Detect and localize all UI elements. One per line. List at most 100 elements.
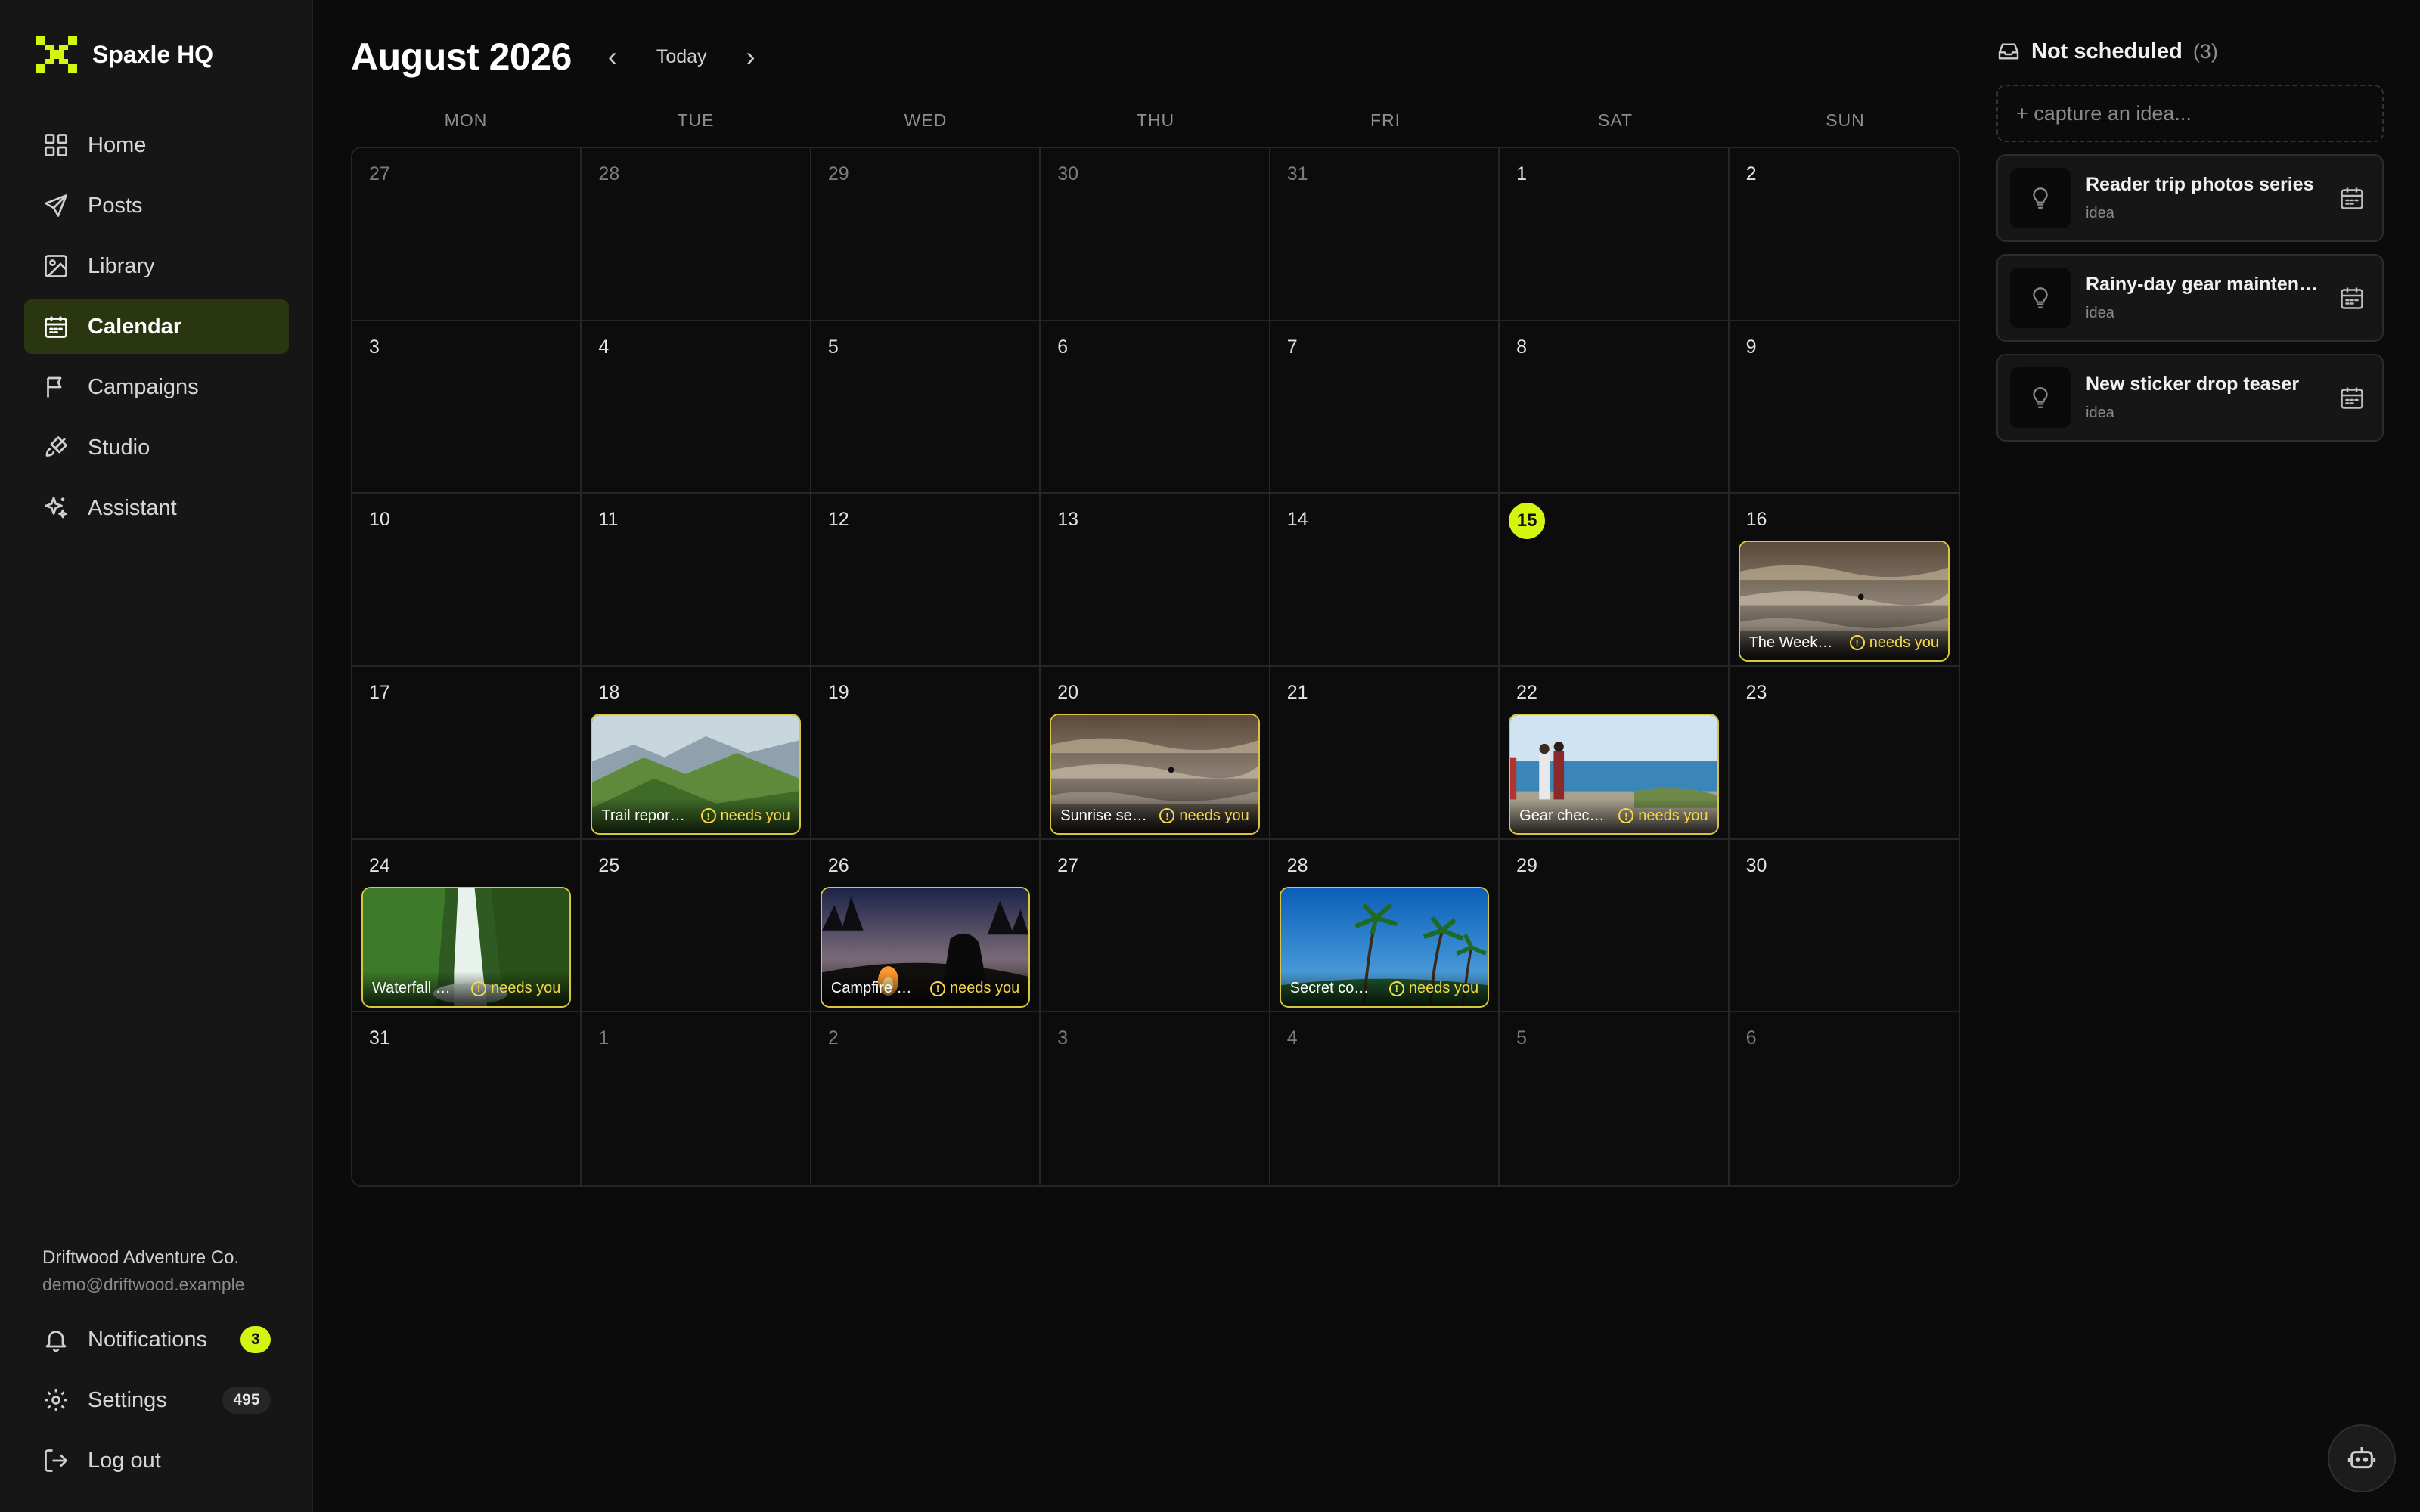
day-cell[interactable]: 4 (1270, 1012, 1500, 1185)
account-info: Driftwood Adventure Co. demo@driftwood.e… (42, 1247, 245, 1295)
alert-circle-icon: ! (929, 981, 945, 996)
day-cell[interactable]: 31 (352, 1012, 582, 1185)
needs-attention-flag: ! needs you (1388, 980, 1478, 997)
day-cell[interactable]: 1 (582, 1012, 811, 1185)
day-cell[interactable]: 3 (1041, 1012, 1270, 1185)
idea-thumbnail (2010, 367, 2071, 428)
day-cell[interactable]: 29 (811, 148, 1041, 321)
nav-item-studio[interactable]: Studio (24, 420, 289, 475)
scheduled-post-card[interactable]: The Week…! needs you (1738, 541, 1950, 662)
schedule-calendar-icon[interactable] (2338, 184, 2366, 212)
scheduled-post-card[interactable]: Secret co…! needs you (1279, 886, 1490, 1008)
schedule-calendar-icon[interactable] (2338, 284, 2366, 311)
day-cell[interactable]: 28 (582, 148, 811, 321)
brush-icon (45, 436, 67, 457)
day-cell[interactable]: 8 (1500, 321, 1730, 494)
month-grid: 27 28 29 30 31 1 2 3 4 5 6 7 8 9 10 11 12 13 14 15 16 The Wee… (351, 147, 1960, 1187)
date-number: 27 (1057, 854, 1079, 876)
date-number: 6 (1057, 336, 1069, 358)
date-number: 9 (1745, 336, 1757, 358)
day-cell[interactable]: 10 (352, 494, 582, 667)
scheduled-post-card[interactable]: Sunrise se…! needs you (1050, 714, 1260, 835)
date-number: 1 (598, 1027, 610, 1049)
date-number: 8 (1516, 336, 1528, 358)
logout-icon (45, 1449, 67, 1472)
day-cell[interactable]: 31 (1270, 148, 1500, 321)
assistant-bot-button[interactable] (2328, 1424, 2396, 1492)
day-cell[interactable]: 30 (1729, 839, 1959, 1013)
day-cell[interactable]: 6 (1729, 1012, 1959, 1185)
next-month-button[interactable]: › (746, 41, 755, 73)
day-cell[interactable]: 15 (1500, 494, 1730, 667)
day-cell[interactable]: 7 (1270, 321, 1500, 494)
nav-item-home[interactable]: Home (24, 118, 289, 172)
day-cell[interactable]: 20 Sunrise se…! needs you (1041, 667, 1270, 840)
nav-item-calendar[interactable]: Calendar (24, 299, 289, 354)
day-cell[interactable]: 24 Waterfall …! needs you (352, 839, 582, 1013)
day-cell[interactable]: 30 (1041, 148, 1270, 321)
sidebar: Spaxle HQ Home Posts Library Calendar Ca… (0, 0, 313, 1512)
idea-card[interactable]: New sticker drop teaser idea (1996, 354, 2384, 442)
nav-item-assistant[interactable]: Assistant (24, 481, 289, 535)
flag-label: needs you (1638, 807, 1708, 824)
day-cell[interactable]: 3 (352, 321, 582, 494)
scheduled-post-card[interactable]: Gear chec…! needs you (1509, 714, 1719, 835)
day-cell[interactable]: 1 (1500, 148, 1730, 321)
nav-item-library[interactable]: Library (24, 239, 289, 293)
idea-card[interactable]: Rainy-day gear mainten… idea (1996, 254, 2384, 342)
scheduled-post-card[interactable]: Trail repor…! needs you (591, 714, 801, 835)
unscheduled-panel: Not scheduled (3) + capture an idea... R… (1996, 35, 2384, 442)
day-cell[interactable]: 18 Trail repor…! needs you (582, 667, 811, 840)
nav-item-campaigns[interactable]: Campaigns (24, 360, 289, 414)
nav-item-settings[interactable]: Settings 495 (24, 1373, 289, 1427)
scheduled-post-card[interactable]: Campfire …! needs you (820, 886, 1031, 1008)
flag-label: needs you (949, 980, 1020, 997)
post-card-caption: Waterfall …! needs you (363, 971, 570, 1006)
day-cell[interactable]: 19 (811, 667, 1041, 840)
nav-item-notifications[interactable]: Notifications 3 (24, 1312, 289, 1367)
post-title: Gear chec… (1519, 807, 1605, 824)
day-cell[interactable]: 26 Campfire …! needs you (811, 839, 1041, 1013)
day-cell[interactable]: 27 (1041, 839, 1270, 1013)
date-number: 12 (827, 509, 849, 531)
day-cell[interactable]: 28 Secret co…! needs you (1270, 839, 1500, 1013)
today-button[interactable]: Today (656, 46, 707, 68)
capture-idea-input[interactable]: + capture an idea... (1996, 85, 2384, 142)
date-number: 26 (827, 854, 849, 876)
bot-icon (2347, 1447, 2376, 1469)
day-cell[interactable]: 4 (582, 321, 811, 494)
brand[interactable]: Spaxle HQ (36, 36, 213, 73)
day-cell[interactable]: 23 (1729, 667, 1959, 840)
nav-item-logout[interactable]: Log out (24, 1433, 289, 1488)
schedule-calendar-icon[interactable] (2338, 384, 2366, 411)
nav-label: Campaigns (88, 374, 199, 399)
scheduled-post-card[interactable]: Waterfall …! needs you (361, 886, 572, 1008)
day-cell[interactable]: 5 (1500, 1012, 1730, 1185)
month-title: August 2026 (351, 36, 572, 78)
day-cell[interactable]: 11 (582, 494, 811, 667)
day-cell[interactable]: 14 (1270, 494, 1500, 667)
date-number: 3 (369, 336, 380, 358)
day-cell[interactable]: 27 (352, 148, 582, 321)
date-number: 31 (1286, 163, 1308, 184)
day-cell[interactable]: 2 (811, 1012, 1041, 1185)
day-cell[interactable]: 16 The Week…! needs you (1729, 494, 1959, 667)
day-cell[interactable]: 21 (1270, 667, 1500, 840)
day-cell[interactable]: 5 (811, 321, 1041, 494)
needs-attention-flag: ! needs you (700, 807, 790, 825)
day-cell[interactable]: 29 (1500, 839, 1730, 1013)
nav-item-posts[interactable]: Posts (24, 178, 289, 233)
day-cell[interactable]: 25 (582, 839, 811, 1013)
day-cell[interactable]: 22 Gear chec…! needs you (1500, 667, 1730, 840)
date-number: 24 (369, 854, 390, 876)
alert-circle-icon: ! (700, 808, 716, 823)
idea-card[interactable]: Reader trip photos series idea (1996, 154, 2384, 242)
day-cell[interactable]: 2 (1729, 148, 1959, 321)
day-cell[interactable]: 12 (811, 494, 1041, 667)
day-cell[interactable]: 6 (1041, 321, 1270, 494)
date-number: 30 (1745, 854, 1767, 876)
day-cell[interactable]: 9 (1729, 321, 1959, 494)
day-cell[interactable]: 13 (1041, 494, 1270, 667)
prev-month-button[interactable]: ‹ (608, 41, 617, 73)
day-cell[interactable]: 17 (352, 667, 582, 840)
